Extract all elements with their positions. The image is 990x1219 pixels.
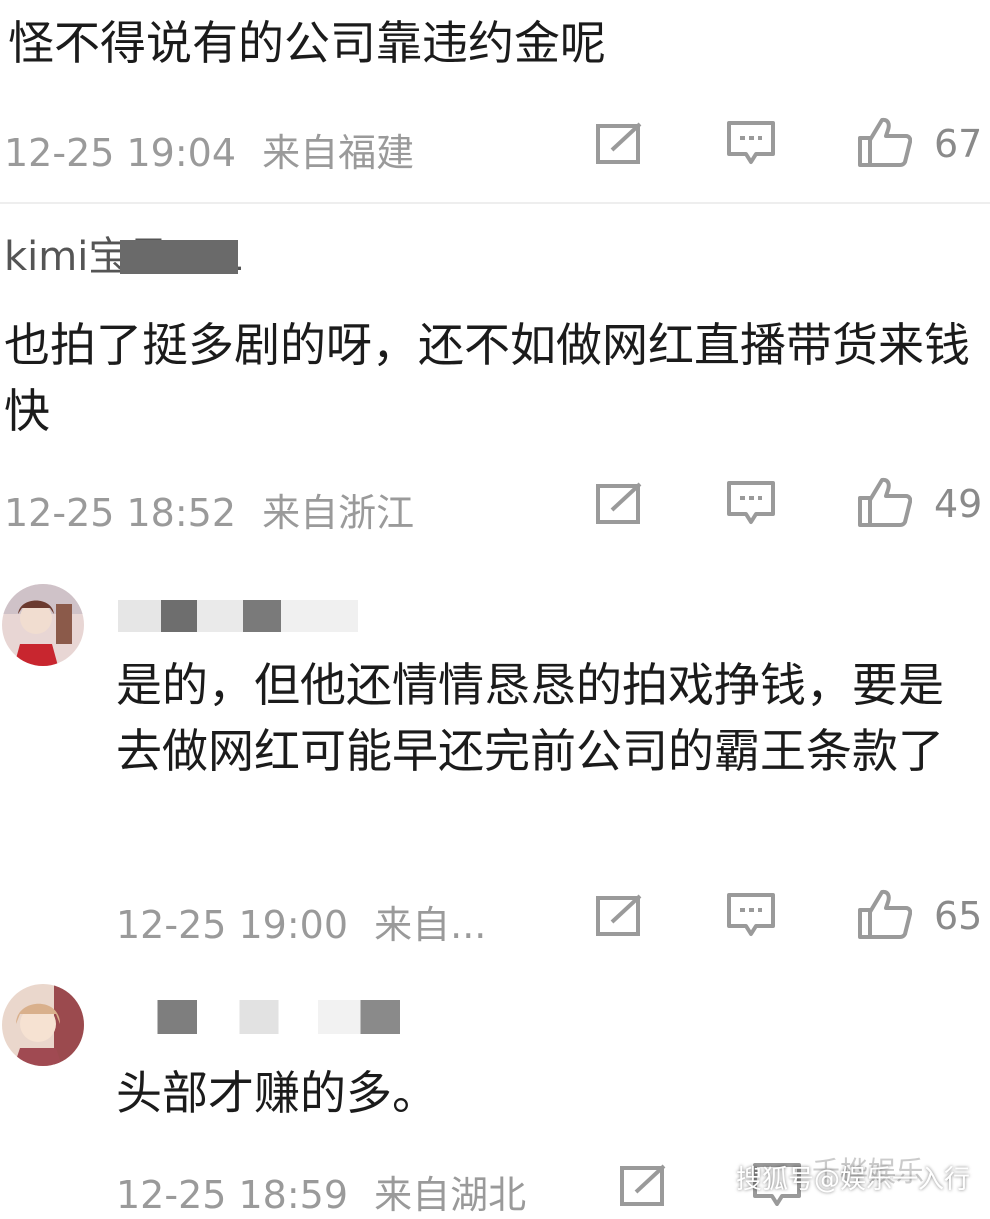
reply-icon[interactable]: [726, 120, 776, 168]
reply-icon[interactable]: [726, 892, 776, 940]
comment-location: 来自福建: [262, 131, 415, 175]
comment-text: 头部才赚的多。: [116, 1066, 438, 1120]
comment-location: 来自...: [374, 903, 487, 947]
comment-time: 12-25 19:00: [116, 903, 349, 947]
like-icon[interactable]: [856, 476, 912, 528]
comment-location: 来自湖北: [374, 1173, 527, 1217]
username-censor: [118, 1000, 400, 1034]
username-censor: [120, 240, 238, 274]
share-icon[interactable]: [596, 122, 644, 166]
comment-meta: 12-25 19:04 来自福建: [4, 122, 414, 177]
comment-time: 12-25 18:59: [116, 1173, 349, 1217]
comment-location: 来自浙江: [262, 491, 415, 535]
share-icon[interactable]: [620, 1164, 668, 1208]
comment-meta: 12-25 18:59 来自湖北: [116, 1164, 526, 1219]
comment-meta: 12-25 19:00 来自...: [116, 894, 486, 949]
divider: [0, 202, 990, 204]
comment-text: 怪不得说有的公司靠违约金呢: [8, 16, 606, 70]
comment-time: 12-25 18:52: [4, 491, 237, 535]
watermark: 搜狐号@娱乐一入行: [735, 1165, 970, 1195]
comment-meta: 12-25 18:52 来自浙江: [4, 482, 414, 537]
like-icon[interactable]: [856, 888, 912, 940]
like-icon[interactable]: [856, 116, 912, 168]
username-censor: [118, 600, 358, 632]
avatar[interactable]: [2, 584, 84, 666]
reply-icon[interactable]: [726, 480, 776, 528]
comment-text: 是的，但他还情情恳恳的拍戏挣钱，要是去做网红可能早还完前公司的霸王条款了: [116, 658, 944, 778]
comment-time: 12-25 19:04: [4, 131, 237, 175]
avatar[interactable]: [2, 984, 84, 1066]
like-count: 67: [934, 122, 983, 166]
share-icon[interactable]: [596, 482, 644, 526]
like-count: 65: [934, 894, 983, 938]
comment-text: 也拍了挺多剧的呀，还不如做网红直播带货来钱快: [4, 318, 970, 438]
share-icon[interactable]: [596, 894, 644, 938]
like-count: 49: [934, 482, 983, 526]
